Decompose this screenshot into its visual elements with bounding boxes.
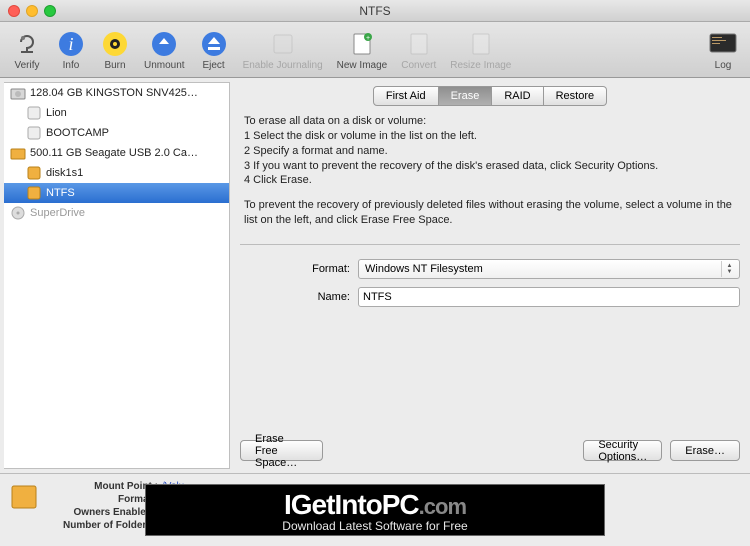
svg-text:i: i [68,34,73,54]
erase-free-space-button[interactable]: Erase Free Space… [240,440,323,461]
device-sidebar[interactable]: 128.04 GB KINGSTON SNV425… Lion BOOTCAMP… [4,82,230,469]
minimize-window-button[interactable] [26,5,38,17]
window-titlebar: NTFS [0,0,750,22]
close-window-button[interactable] [8,5,20,17]
instruction-step: 4 Click Erase. [244,173,736,188]
toolbar-label: Burn [104,60,125,71]
instruction-prevent: To prevent the recovery of previously de… [244,198,736,228]
format-popup[interactable]: Windows NT Filesystem ▲▼ [358,259,740,279]
sidebar-item-volume[interactable]: disk1s1 [4,163,229,183]
unmount-icon [149,29,179,59]
owners-label: Owners Enabled : [48,506,158,519]
volume-ext-icon [26,185,42,201]
burn-icon [100,29,130,59]
instruction-step: 3 If you want to prevent the recovery of… [244,159,736,174]
sidebar-item-label: SuperDrive [30,207,85,219]
instruction-step: 1 Select the disk or volume in the list … [244,129,736,144]
tab-erase[interactable]: Erase [439,86,493,106]
popup-arrows-icon: ▲▼ [721,261,737,277]
toolbar-unmount-button[interactable]: Unmount [138,27,191,73]
watermark-overlay: IGetIntoPC.com Download Latest Software … [145,484,605,536]
watermark-title: IGetIntoPC.com [146,489,604,521]
volume-icon [26,105,42,121]
external-drive-icon [10,145,26,161]
volume-info-icon [10,480,38,514]
watermark-subtitle: Download Latest Software for Free [146,519,604,533]
svg-text:+: + [366,35,370,42]
sidebar-item-drive[interactable]: 128.04 GB KINGSTON SNV425… [4,83,229,103]
resize-icon [466,29,496,59]
name-label: Name: [240,291,358,303]
sidebar-item-label: NTFS [46,187,75,199]
toolbar-label: Unmount [144,60,185,71]
toolbar-label: Convert [401,60,436,71]
toolbar-label: Verify [14,60,39,71]
toolbar-label: Resize Image [450,60,511,71]
toolbar-burn-button[interactable]: Burn [94,27,136,73]
toolbar-verify-button[interactable]: Verify [6,27,48,73]
toolbar-eject-button[interactable]: Eject [193,27,235,73]
convert-icon [404,29,434,59]
sidebar-item-drive[interactable]: 500.11 GB Seagate USB 2.0 Ca… [4,143,229,163]
microscope-icon [12,29,42,59]
optical-drive-icon [10,205,26,221]
journal-icon [268,29,298,59]
volume-ext-icon [26,165,42,181]
toolbar-label: Info [63,60,80,71]
traffic-lights [8,5,56,17]
erase-button[interactable]: Erase… [670,440,740,461]
format-label: Format: [240,263,358,275]
window-title: NTFS [0,4,750,18]
folders-label: Number of Folders : [48,519,158,532]
format-info-label: Format : [48,493,158,506]
tab-first-aid[interactable]: First Aid [373,86,439,106]
toolbar-new-image-button[interactable]: + New Image [331,27,394,73]
sidebar-item-label: 128.04 GB KINGSTON SNV425… [30,87,198,99]
mount-point-label: Mount Point : [48,480,158,493]
toolbar-label: Enable Journaling [243,60,323,71]
security-options-button[interactable]: Security Options… [583,440,662,461]
sidebar-item-optical[interactable]: SuperDrive [4,203,229,223]
format-value: Windows NT Filesystem [365,263,483,275]
tab-restore[interactable]: Restore [544,86,608,106]
erase-instructions: To erase all data on a disk or volume: 1… [240,114,740,228]
main-panel: First Aid Erase RAID Restore To erase al… [230,78,750,473]
volume-icon [26,125,42,141]
info-icon: i [56,29,86,59]
tab-bar: First Aid Erase RAID Restore [240,86,740,106]
toolbar-label: Log [715,60,732,71]
toolbar-label: Eject [202,60,224,71]
sidebar-item-label: 500.11 GB Seagate USB 2.0 Ca… [30,147,198,159]
sidebar-item-volume[interactable]: BOOTCAMP [4,123,229,143]
sidebar-item-label: disk1s1 [46,167,83,179]
sidebar-item-volume[interactable]: Lion [4,103,229,123]
toolbar-convert-button: Convert [395,27,442,73]
toolbar-log-button[interactable]: Log [702,27,744,73]
new-image-icon: + [347,29,377,59]
internal-drive-icon [10,85,26,101]
tab-raid[interactable]: RAID [492,86,543,106]
zoom-window-button[interactable] [44,5,56,17]
toolbar: Verify i Info Burn Unmount Eject Enable … [0,22,750,78]
eject-icon [199,29,229,59]
instruction-intro: To erase all data on a disk or volume: [244,114,736,129]
log-icon [708,29,738,59]
sidebar-item-volume-selected[interactable]: NTFS [4,183,229,203]
toolbar-enable-journaling-button: Enable Journaling [237,27,329,73]
sidebar-item-label: Lion [46,107,67,119]
sidebar-item-label: BOOTCAMP [46,127,109,139]
toolbar-resize-image-button: Resize Image [444,27,517,73]
separator [240,244,740,245]
instruction-step: 2 Specify a format and name. [244,144,736,159]
toolbar-label: New Image [337,60,388,71]
toolbar-info-button[interactable]: i Info [50,27,92,73]
name-input[interactable] [358,287,740,307]
